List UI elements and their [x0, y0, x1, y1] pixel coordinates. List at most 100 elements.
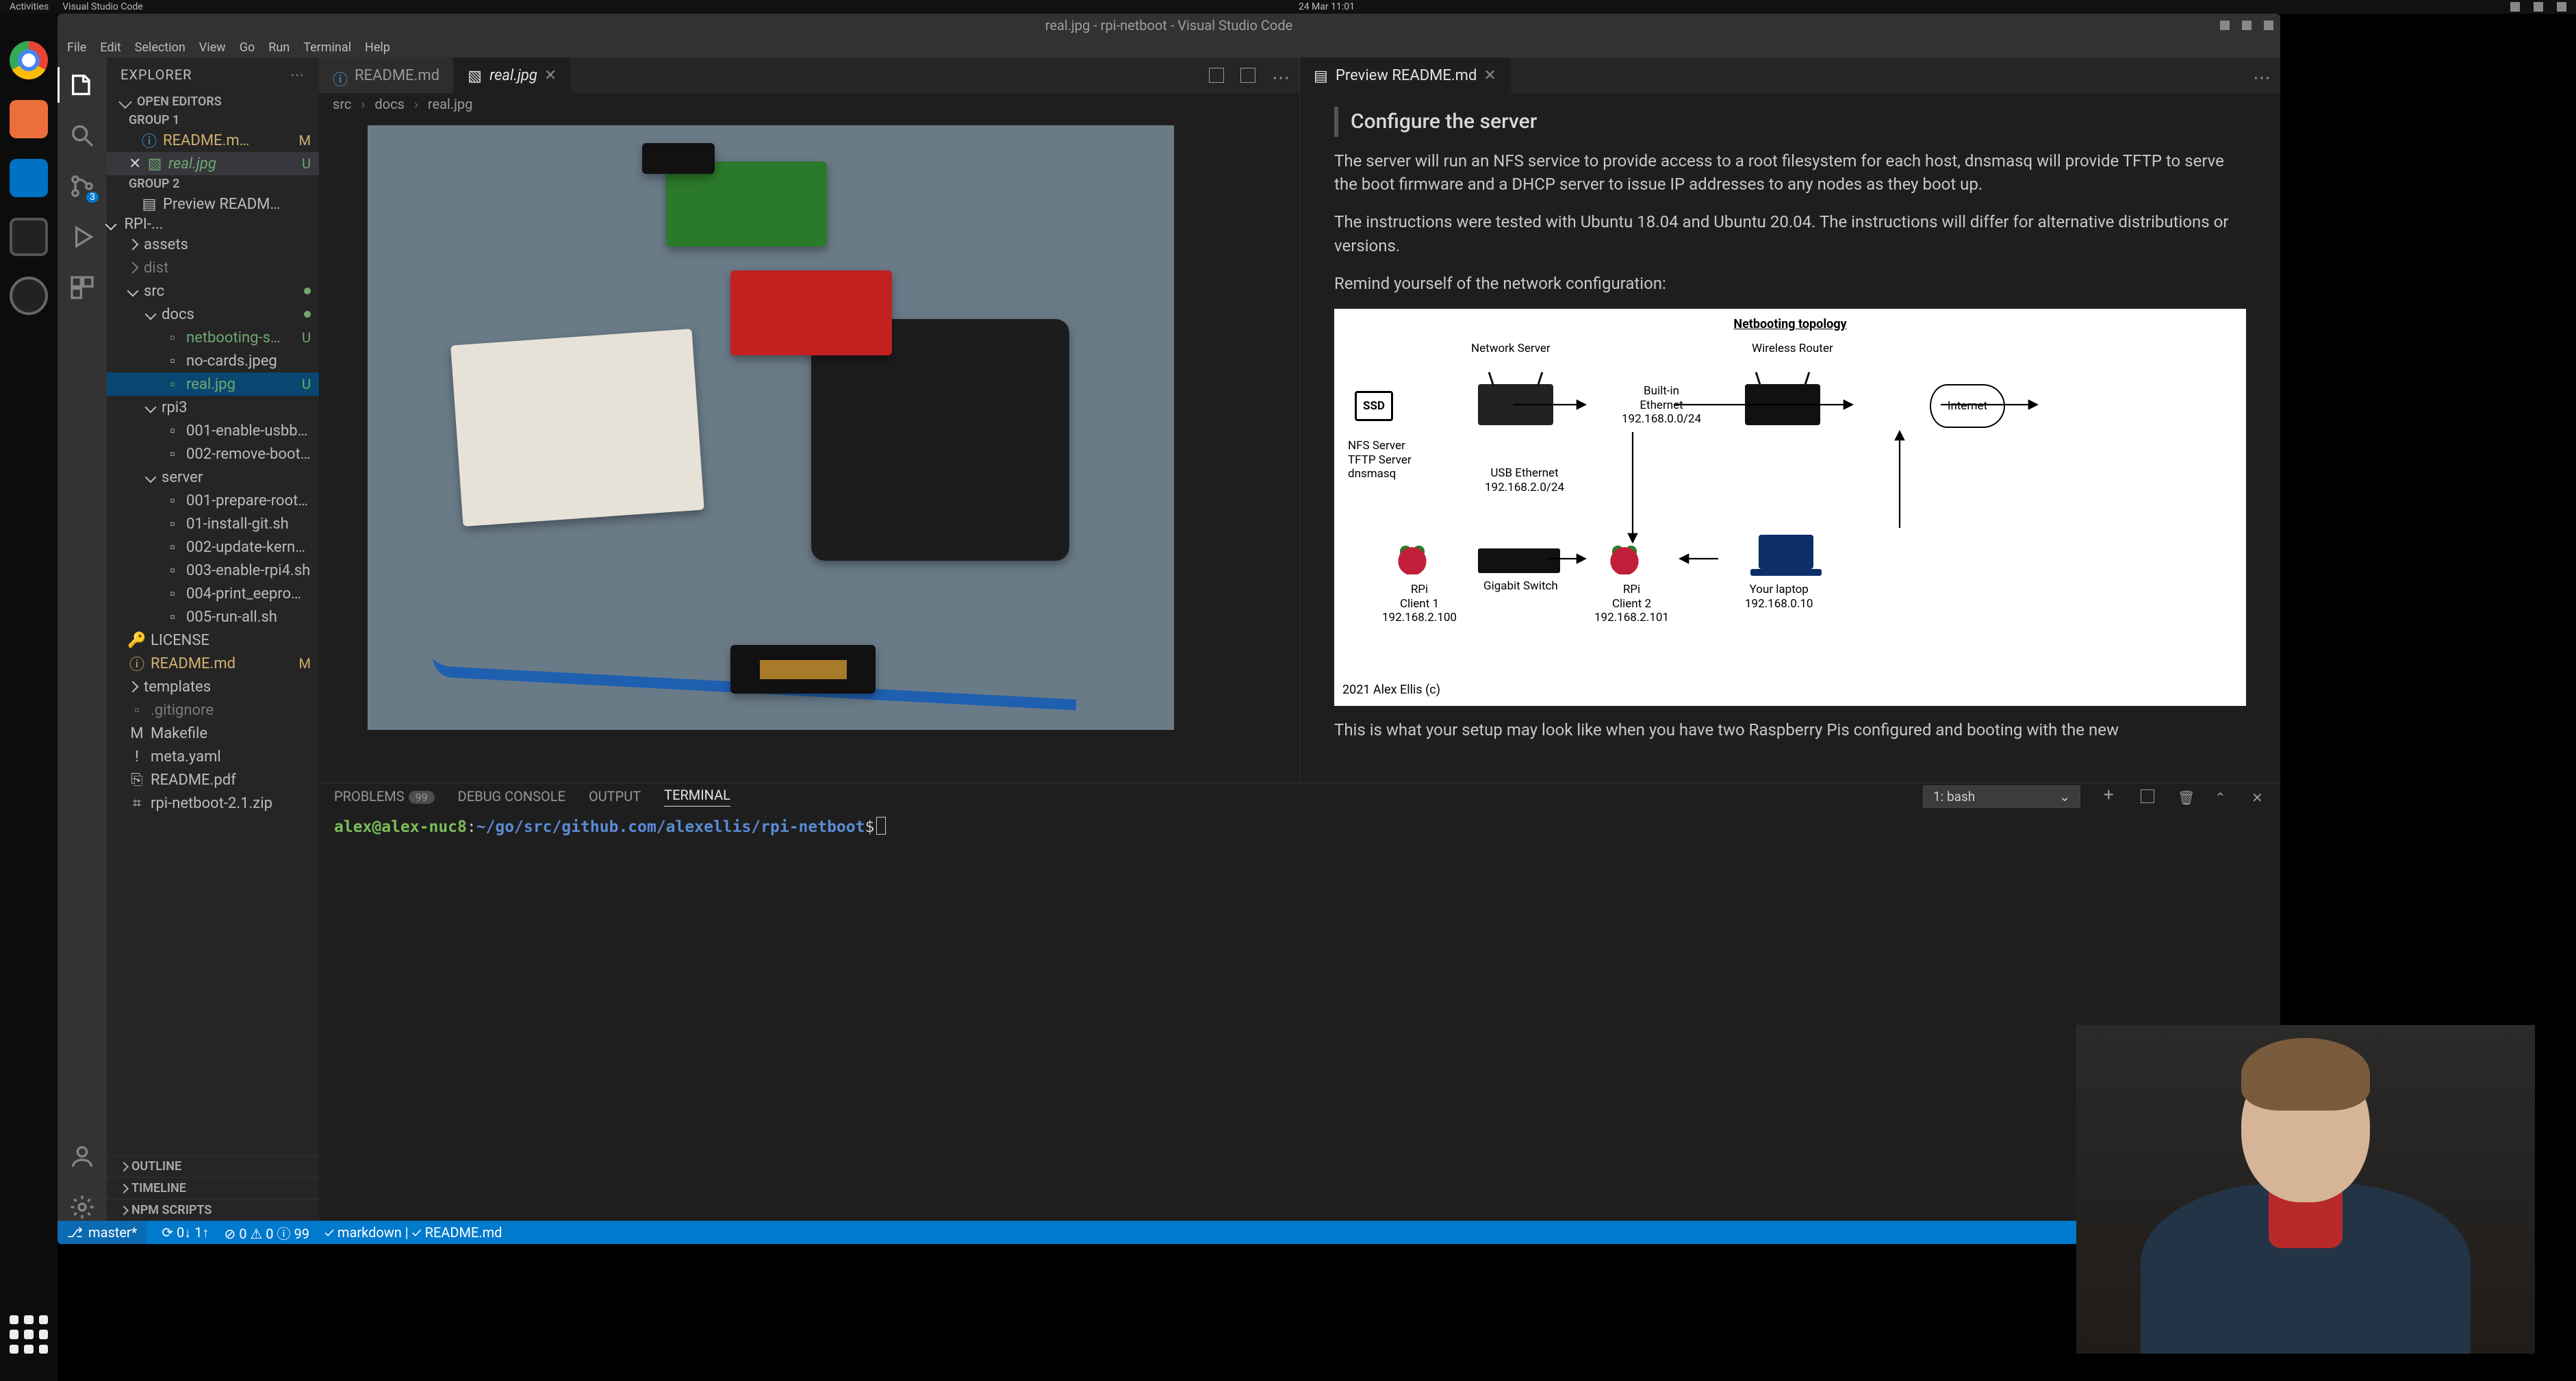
image-viewer[interactable]	[319, 115, 1299, 783]
outline-section[interactable]: OUTLINE	[107, 1155, 319, 1177]
open-editor-item[interactable]: ✕▧real.jpgU	[107, 152, 319, 175]
tree-file[interactable]: ▫no-cards.jpeg	[107, 349, 319, 372]
tree-file[interactable]: 🔑LICENSE	[107, 629, 319, 652]
npm-scripts-section[interactable]: NPM SCRIPTS	[107, 1199, 319, 1221]
tree-file[interactable]: ▫003-enable-rpi4.sh	[107, 559, 319, 582]
activity-settings-icon[interactable]	[68, 1193, 96, 1221]
terminal-kill-icon[interactable]: 🗑	[2178, 789, 2191, 803]
gnome-activities[interactable]: Activities	[10, 1, 49, 12]
close-icon[interactable]: ✕	[1483, 67, 1496, 84]
dock-obs-icon[interactable]	[10, 277, 48, 315]
tree-file[interactable]: ▫004-print_eeprom_…	[107, 582, 319, 605]
tree-item-label: templates	[144, 679, 311, 696]
menu-terminal[interactable]: Terminal	[303, 40, 351, 55]
window-title: real.jpg - rpi-netboot - Visual Studio C…	[1045, 17, 1292, 34]
tree-folder[interactable]: dist	[107, 256, 319, 279]
tree-folder[interactable]: docs	[107, 303, 319, 326]
breadcrumb-item[interactable]: src	[333, 96, 351, 112]
tree-file[interactable]: MMakefile	[107, 722, 319, 745]
dock-apps-grid-icon[interactable]	[10, 1315, 48, 1354]
panel-tab-terminal[interactable]: TERMINAL	[664, 787, 730, 807]
tree-folder[interactable]: server	[107, 466, 319, 489]
open-editor-item[interactable]: ▤Preview READM…	[107, 192, 319, 216]
file-icon: ▫	[164, 516, 181, 532]
gnome-network-icon[interactable]	[2510, 2, 2520, 12]
status-git-branch[interactable]: ⎇ master*	[58, 1221, 146, 1244]
breadcrumb-item[interactable]: docs	[374, 96, 404, 112]
terminal-close-icon[interactable]: ✕	[2252, 789, 2265, 803]
tab-real-jpg[interactable]: ▧real.jpg✕	[454, 58, 571, 93]
tree-file[interactable]: ⌗rpi-netboot-2.1.zip	[107, 791, 319, 815]
menu-go[interactable]: Go	[240, 40, 255, 55]
menu-view[interactable]: View	[199, 40, 226, 55]
activity-debug-icon[interactable]	[68, 223, 96, 251]
editor-compare-icon[interactable]	[1209, 68, 1224, 83]
tree-item-label: LICENSE	[151, 632, 311, 649]
close-icon[interactable]: ✕	[544, 67, 557, 84]
panel-tab-problems[interactable]: PROBLEMS99	[334, 788, 435, 804]
editor-more-icon[interactable]: ⋯	[2253, 68, 2268, 83]
editor-more-icon[interactable]: ⋯	[1272, 68, 1287, 83]
markdown-preview[interactable]: Configure the server The server will run…	[1300, 93, 2280, 783]
tree-folder[interactable]: assets	[107, 233, 319, 256]
tree-file[interactable]: ▫real.jpgU	[107, 372, 319, 396]
dock-terminal-icon[interactable]	[10, 218, 48, 256]
sidebar-more-icon[interactable]: ⋯	[290, 66, 305, 83]
open-editor-item[interactable]: ⓘREADME.m…M	[107, 129, 319, 152]
status-sync[interactable]: ⟳ 0↓ 1↑	[162, 1224, 209, 1241]
timeline-section[interactable]: TIMELINE	[107, 1177, 319, 1199]
close-icon[interactable]: ✕	[129, 155, 141, 173]
window-minimize-icon[interactable]	[2220, 21, 2230, 30]
activity-account-icon[interactable]	[68, 1143, 96, 1170]
tree-file[interactable]: ▫005-run-all.sh	[107, 605, 319, 629]
terminal-maximize-icon[interactable]: ⌃	[2215, 789, 2228, 803]
gnome-active-app[interactable]: Visual Studio Code	[62, 1, 143, 12]
open-editors-section[interactable]: OPEN EDITORS	[137, 94, 222, 109]
file-icon: ⎘	[129, 772, 145, 788]
file-icon: M	[129, 725, 145, 742]
split-editor-icon[interactable]	[1240, 68, 1255, 83]
menu-edit[interactable]: Edit	[100, 40, 120, 55]
activity-explorer-icon[interactable]	[68, 71, 96, 99]
tree-folder[interactable]: templates	[107, 675, 319, 698]
tree-file[interactable]: ▫.gitignore	[107, 698, 319, 722]
dock-chrome-icon[interactable]	[10, 41, 48, 79]
activity-scm-icon[interactable]: 3	[68, 173, 96, 200]
tab-preview-readme[interactable]: ▤Preview README.md✕	[1300, 58, 1511, 93]
tree-file[interactable]: ⎘README.pdf	[107, 768, 319, 791]
menu-run[interactable]: Run	[268, 40, 290, 55]
tree-file[interactable]: ▫002-update-kernel.sh	[107, 535, 319, 559]
gnome-power-icon[interactable]	[2557, 2, 2566, 12]
dock-files-icon[interactable]	[10, 100, 48, 138]
menu-file[interactable]: File	[67, 40, 86, 55]
tab-readme[interactable]: ⓘREADME.md	[319, 58, 454, 93]
tree-file[interactable]: ▫001-prepare-rootf…	[107, 489, 319, 512]
tree-file[interactable]: ▫01-install-git.sh	[107, 512, 319, 535]
tree-file[interactable]: ▫netbooting-s…U	[107, 326, 319, 349]
menu-help[interactable]: Help	[365, 40, 390, 55]
terminal-split-icon[interactable]	[2141, 789, 2154, 803]
breadcrumb-item[interactable]: real.jpg	[428, 96, 472, 112]
terminal-new-icon[interactable]: +	[2104, 789, 2117, 803]
activity-extensions-icon[interactable]	[68, 274, 96, 301]
tree-file[interactable]: !meta.yaml	[107, 745, 319, 768]
menu-selection[interactable]: Selection	[135, 40, 186, 55]
project-root[interactable]: RPI-...	[107, 216, 319, 233]
status-language[interactable]: ✓ markdown | ✓ README.md	[324, 1224, 502, 1241]
tree-file[interactable]: ▫001-enable-usbbo…	[107, 419, 319, 442]
tree-file[interactable]: ▫002-remove-boot-…	[107, 442, 319, 466]
tree-folder[interactable]: rpi3	[107, 396, 319, 419]
status-problems[interactable]: ⊘ 0 ⚠ 0 ⓘ 99	[225, 1223, 309, 1243]
tree-folder[interactable]: src	[107, 279, 319, 303]
window-maximize-icon[interactable]	[2242, 21, 2252, 30]
breadcrumb[interactable]: src› docs› real.jpg	[319, 93, 1299, 115]
panel-tab-debug[interactable]: DEBUG CONSOLE	[458, 788, 565, 804]
terminal-shell-select[interactable]: 1: bash⌄	[1923, 785, 2080, 808]
dock-vscode-icon[interactable]	[10, 159, 48, 197]
activity-search-icon[interactable]	[68, 122, 96, 149]
gnome-volume-icon[interactable]	[2534, 2, 2543, 12]
panel-tab-output[interactable]: OUTPUT	[589, 788, 641, 804]
window-close-icon[interactable]	[2264, 21, 2273, 30]
tree-file[interactable]: ⓘREADME.mdM	[107, 652, 319, 675]
terminal-body[interactable]: alex@alex-nuc8:~/go/src/github.com/alexe…	[319, 809, 2280, 1221]
